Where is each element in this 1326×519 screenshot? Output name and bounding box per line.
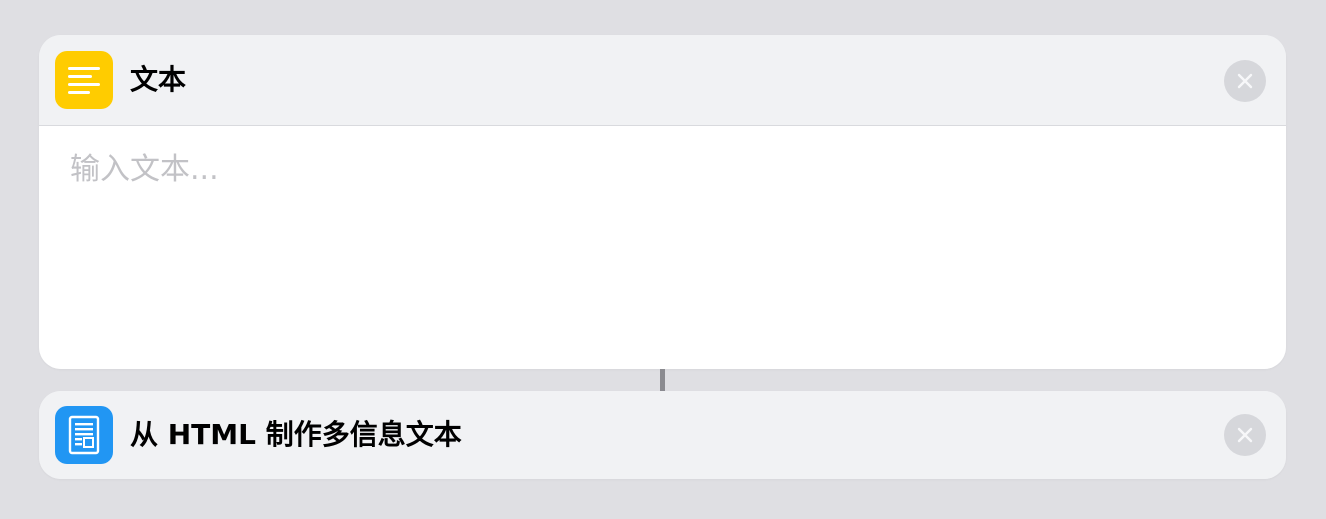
text-lines-icon: [55, 51, 113, 109]
text-action-close-button[interactable]: [1224, 60, 1266, 102]
rich-text-action-close-button[interactable]: [1224, 414, 1266, 456]
text-action-title: 文本: [130, 63, 187, 96]
rich-text-action-header[interactable]: 从 HTML 制作多信息文本: [39, 391, 1286, 479]
text-input[interactable]: [70, 144, 1250, 354]
rich-text-action-title: 从 HTML 制作多信息文本: [130, 418, 462, 451]
close-icon: [1237, 427, 1253, 443]
close-icon: [1237, 73, 1253, 89]
text-input-area[interactable]: [39, 126, 1286, 369]
text-action-card[interactable]: 文本: [39, 35, 1286, 369]
document-icon: [55, 406, 113, 464]
rich-text-from-html-action-card[interactable]: 从 HTML 制作多信息文本: [39, 391, 1286, 479]
shortcut-editor: 文本 输入文本... 从 HTML 制作多信息文本: [0, 0, 1326, 519]
text-action-header[interactable]: 文本: [39, 35, 1286, 125]
action-connector: [660, 369, 665, 391]
